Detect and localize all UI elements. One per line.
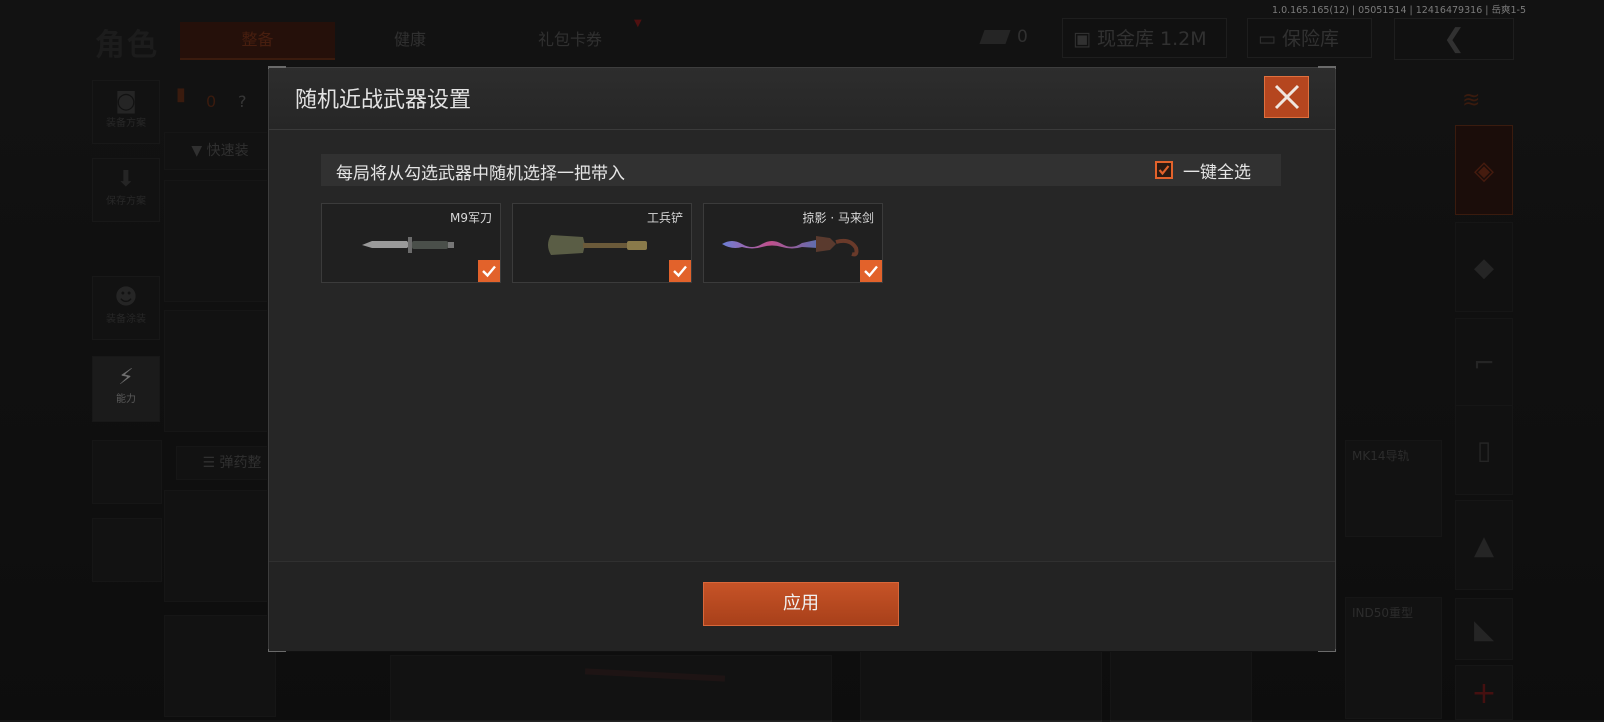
weapon-name: 工兵铲 — [646, 211, 683, 225]
checkmark-icon — [673, 265, 687, 278]
info-text: 每局将从勾选武器中随机选择一把带入 — [336, 164, 625, 184]
weapon-checkbox[interactable] — [669, 260, 691, 282]
dialog-footer: 应用 — [269, 561, 1335, 651]
close-icon — [1274, 84, 1300, 110]
close-button[interactable] — [1264, 76, 1309, 118]
checkmark-icon — [864, 265, 878, 278]
knife-icon — [362, 237, 454, 253]
shovel-icon — [548, 235, 647, 255]
select-all-toggle[interactable]: 一键全选 — [1155, 160, 1251, 183]
kris-sword-icon — [722, 236, 859, 257]
weapon-card-m9[interactable]: M9军刀 — [321, 203, 501, 283]
weapon-name: M9军刀 — [450, 211, 492, 225]
weapon-checkbox[interactable] — [478, 260, 500, 282]
info-bar: 每局将从勾选武器中随机选择一把带入 一键全选 — [321, 154, 1281, 186]
select-all-checkbox[interactable] — [1155, 161, 1173, 179]
apply-button[interactable]: 应用 — [703, 582, 899, 626]
checkmark-icon — [1158, 165, 1170, 176]
select-all-label: 一键全选 — [1183, 162, 1251, 183]
weapon-name: 掠影 · 马来剑 — [802, 211, 874, 225]
weapon-checkbox[interactable] — [860, 260, 882, 282]
random-melee-dialog: 随机近战武器设置 每局将从勾选武器中随机选择一把带入 一键全选 M9军刀 工兵铲… — [268, 66, 1336, 652]
weapon-card-shovel[interactable]: 工兵铲 — [512, 203, 692, 283]
dialog-header: 随机近战武器设置 — [269, 68, 1335, 130]
weapon-card-kris[interactable]: 掠影 · 马来剑 — [703, 203, 883, 283]
dialog-title: 随机近战武器设置 — [295, 88, 472, 113]
checkmark-icon — [482, 265, 496, 278]
